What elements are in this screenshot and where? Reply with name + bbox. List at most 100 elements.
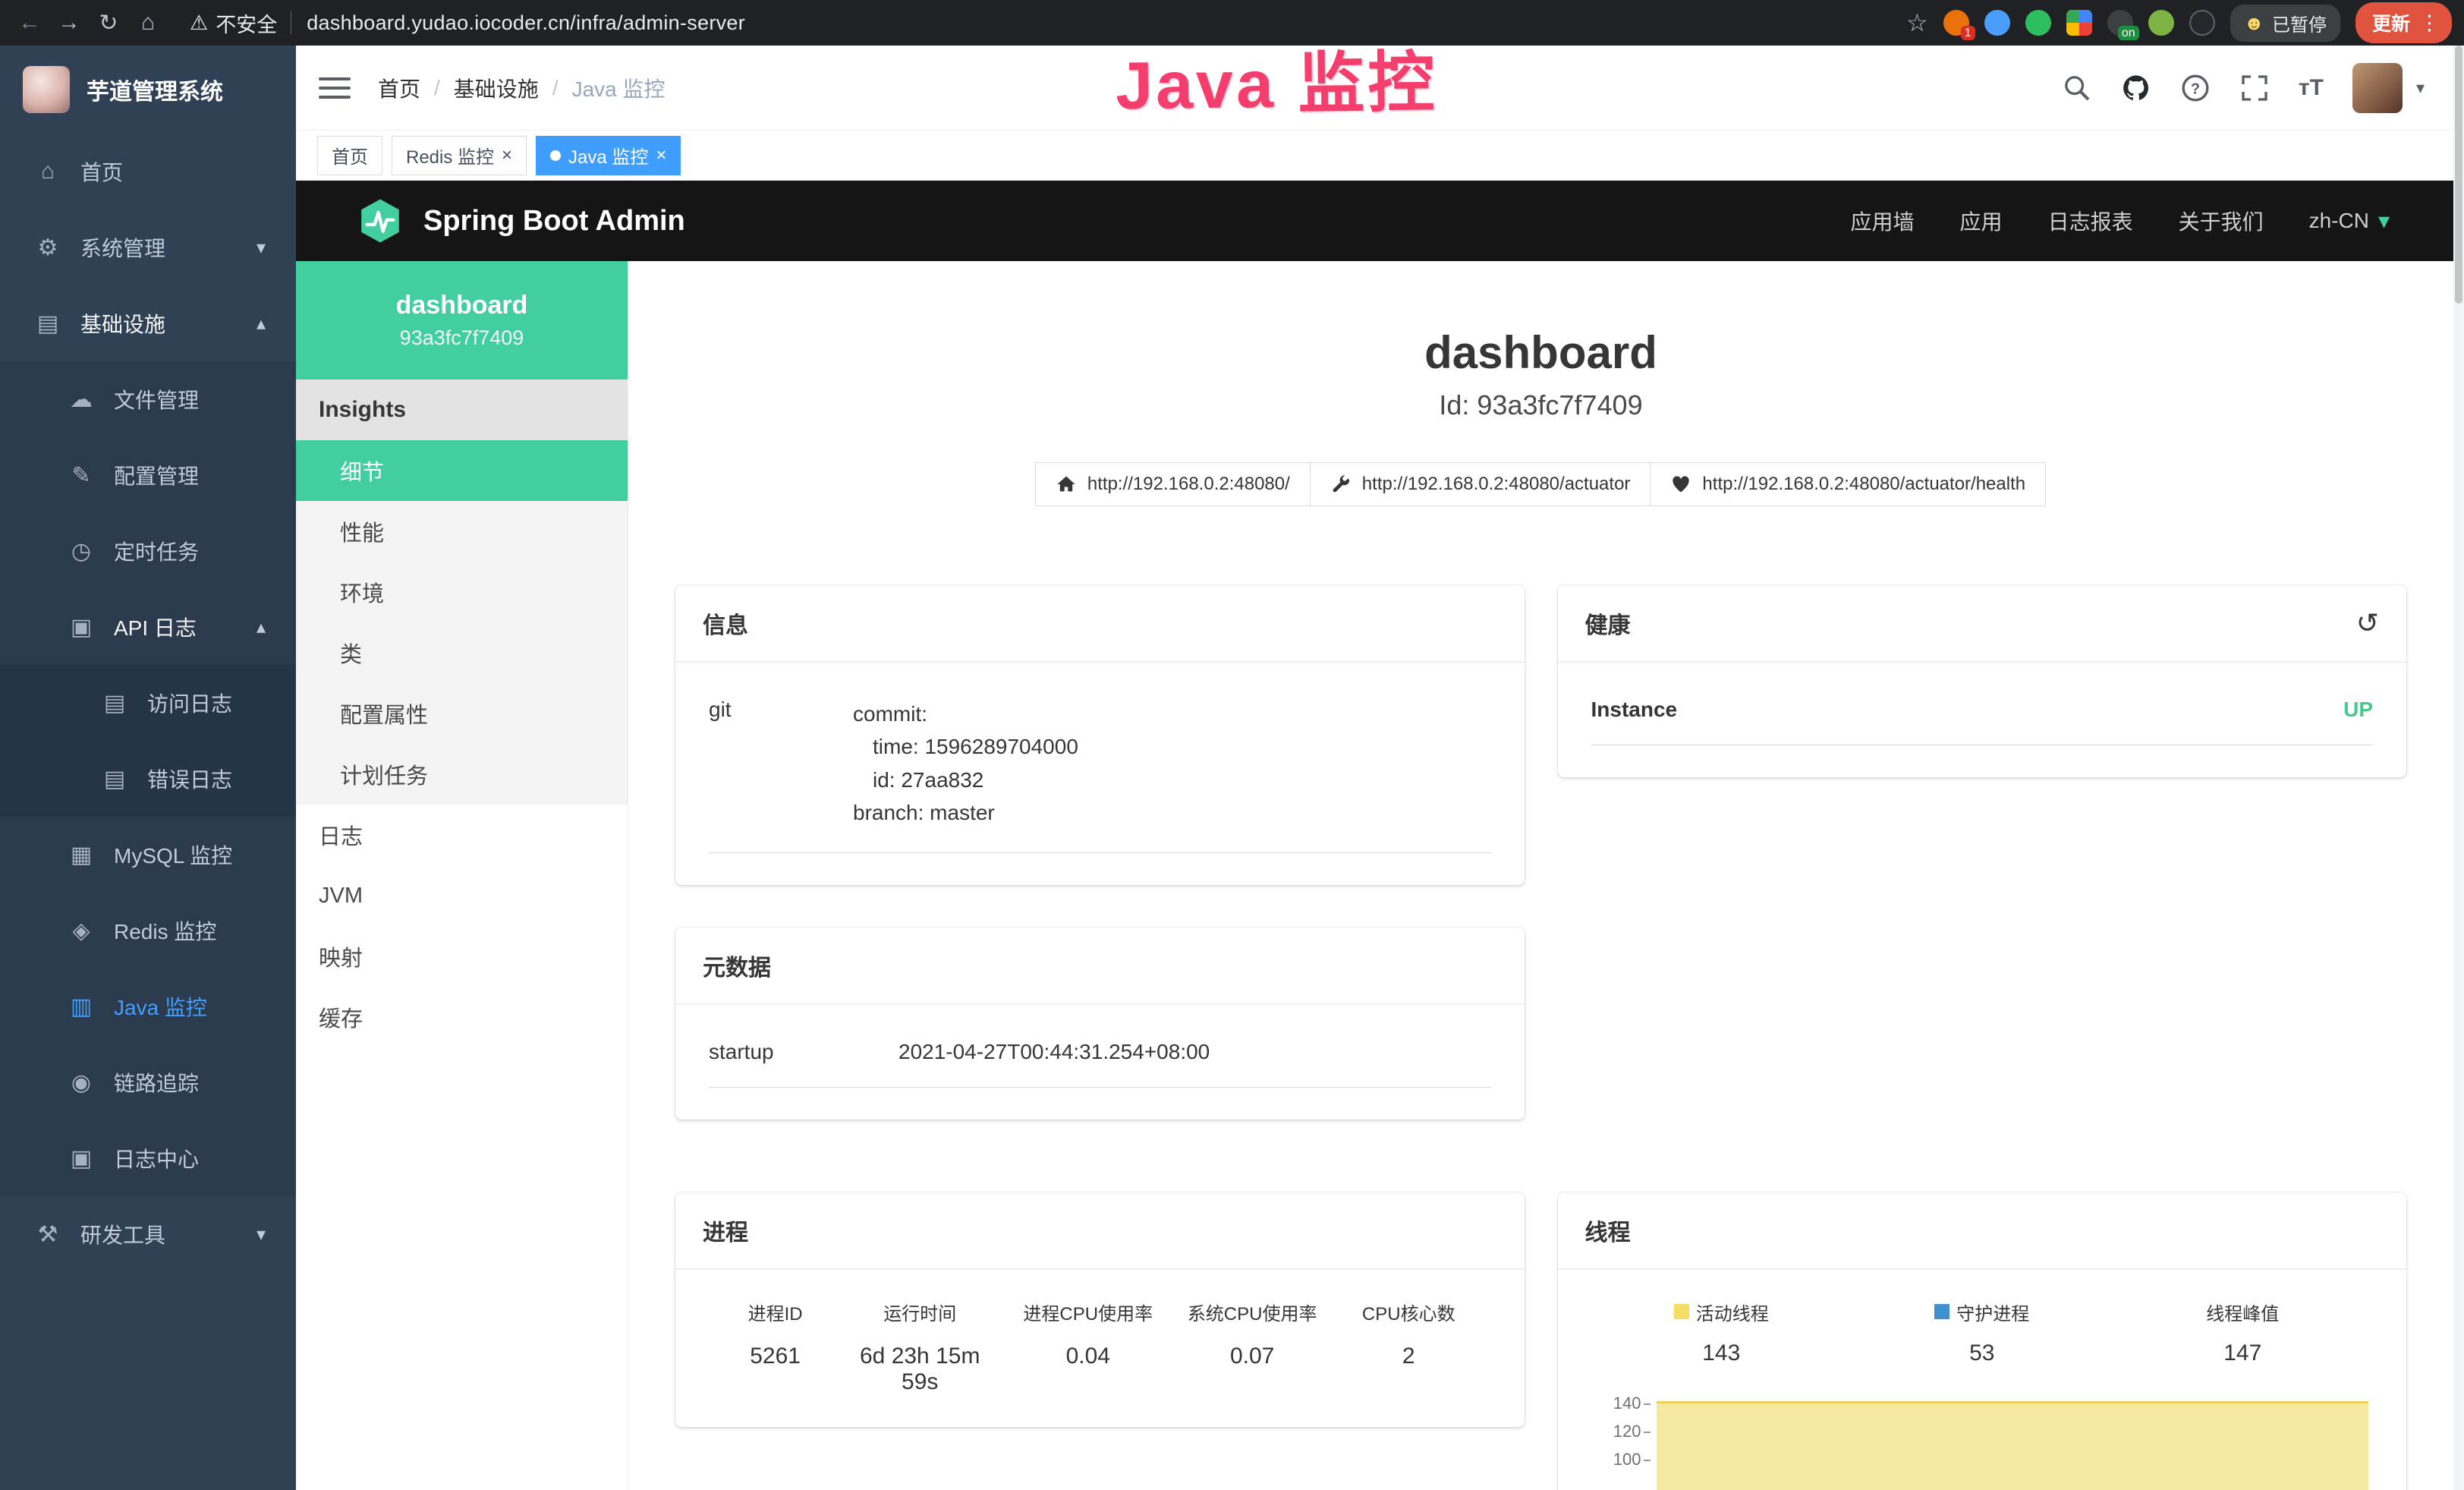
git-time-line: time: 1596289704000 (853, 730, 1078, 763)
sidebar-item-java-monitor[interactable]: ▥Java 监控 (0, 969, 296, 1044)
avatar-caret-icon[interactable]: ▾ (2416, 78, 2425, 98)
sidebar-item-label: 文件管理 (114, 384, 199, 414)
metadata-startup-row: startup 2021-04-27T00:44:31.254+08:00 (709, 1028, 1491, 1088)
extension-icon[interactable] (2189, 10, 2215, 36)
sba-main: dashboard Id: 93a3fc7f7409 http://192.16… (628, 261, 2453, 1490)
sba-nav-journal[interactable]: 日志报表 (2048, 206, 2133, 236)
instance-health-link[interactable]: http://192.168.0.2:48080/actuator/health (1650, 462, 2046, 506)
page-url[interactable]: dashboard.yudao.iocoder.cn/infra/admin-s… (307, 11, 745, 35)
close-icon[interactable]: × (502, 145, 512, 166)
sidebar-item-config-management[interactable]: ✎配置管理 (0, 437, 296, 513)
sba-nav-applications[interactable]: 应用 (1960, 206, 2003, 236)
home-icon (1056, 474, 1077, 495)
sidebar-item-label: 错误日志 (147, 764, 232, 794)
metadata-card-title: 元数据 (703, 949, 771, 982)
sidebar-item-label: 访问日志 (147, 688, 232, 718)
extension-icon[interactable] (2148, 10, 2174, 36)
extension-icon[interactable] (1984, 10, 2010, 36)
sba-item-environment[interactable]: 环境 (296, 562, 628, 622)
sidebar-item-scheduled-jobs[interactable]: ◷定时任务 (0, 513, 296, 589)
sba-nav-about[interactable]: 关于我们 (2179, 206, 2264, 236)
sidebar-item-redis-monitor[interactable]: ◈Redis 监控 (0, 893, 296, 969)
locale-label: zh-CN (2309, 209, 2369, 233)
sba-nav-wallboard[interactable]: 应用墙 (1851, 206, 1915, 236)
app-logo-row[interactable]: 芋道管理系统 (0, 46, 296, 134)
hamburger-icon[interactable] (319, 77, 351, 99)
active-dot (550, 150, 561, 161)
browser-home-icon[interactable]: ⌂ (131, 5, 165, 40)
process-column-header: 进程CPU使用率 (998, 1299, 1178, 1325)
browser-menu-icon[interactable]: ⋮ (2419, 11, 2440, 35)
sidebar-item-system-management[interactable]: ⚙系统管理▾ (0, 209, 296, 285)
sba-brand-title: Spring Boot Admin (423, 205, 685, 238)
close-icon[interactable]: × (656, 145, 666, 166)
sidebar-item-file-management[interactable]: ☁文件管理 (0, 361, 296, 437)
instance-home-link[interactable]: http://192.168.0.2:48080/ (1035, 462, 1311, 506)
redis-icon: ◈ (67, 918, 96, 944)
github-icon[interactable] (2121, 73, 2151, 103)
sidebar-item-error-logs[interactable]: ▤错误日志 (0, 741, 296, 817)
info-git-row: git commit: time: 1596289704000 id: 27aa… (709, 685, 1491, 853)
back-icon[interactable]: ← (12, 5, 47, 40)
paused-label: 已暂停 (2272, 10, 2327, 36)
sba-navbar: Spring Boot Admin 应用墙 应用 日志报表 关于我们 zh-CN… (296, 181, 2453, 261)
breadcrumb-current: Java 监控 (572, 73, 666, 103)
breadcrumb-item[interactable]: 基础设施 (454, 73, 539, 103)
sba-item-performance[interactable]: 性能 (296, 501, 628, 562)
sba-item-mappings[interactable]: 映射 (296, 926, 628, 987)
eye-icon: ◉ (67, 1069, 96, 1096)
locale-selector[interactable]: zh-CN▾ (2309, 208, 2390, 235)
tags-view-bar: 首页 Redis 监控× Java 监控× (296, 131, 2453, 181)
tab-redis-monitor[interactable]: Redis 监控× (392, 136, 527, 175)
process-column-header: 进程ID (709, 1299, 842, 1325)
extension-icon[interactable]: 1 (1943, 10, 1969, 36)
sidebar-item-infrastructure[interactable]: ▤基础设施▴ (0, 285, 296, 361)
sba-item-classes[interactable]: 类 (296, 622, 628, 683)
sidebar-item-label: 日志中心 (114, 1143, 199, 1173)
screenshot-root: ← → ↻ ⌂ ⚠ 不安全 dashboard.yudao.iocoder.cn… (0, 0, 2464, 1490)
bookmark-star-icon[interactable]: ☆ (1906, 8, 1928, 37)
metadata-row-label: startup (709, 1040, 898, 1064)
sidebar-item-label: 配置管理 (114, 460, 199, 490)
sidebar-item-dev-tools[interactable]: ⚒研发工具▾ (0, 1196, 296, 1272)
sba-item-config-props[interactable]: 配置属性 (296, 683, 628, 744)
extension-icon[interactable]: on (2107, 10, 2133, 36)
sidebar-item-trace[interactable]: ◉链路追踪 (0, 1044, 296, 1120)
sba-item-scheduled-tasks[interactable]: 计划任务 (296, 744, 628, 805)
extension-icon[interactable] (2066, 10, 2092, 36)
paused-extension-pill[interactable]: ☻已暂停 (2230, 5, 2340, 42)
instance-actuator-link[interactable]: http://192.168.0.2:48080/actuator (1310, 462, 1651, 506)
scrollbar-thumb[interactable] (2455, 46, 2462, 304)
security-warning-icon: ⚠ (190, 11, 208, 35)
breadcrumb-item[interactable]: 首页 (378, 73, 420, 103)
sidebar-item-log-center[interactable]: ▣日志中心 (0, 1120, 296, 1196)
search-icon[interactable] (2062, 73, 2092, 103)
page-scrollbar[interactable] (2453, 46, 2464, 1490)
sba-item-caches[interactable]: 缓存 (296, 987, 628, 1047)
sba-item-jvm[interactable]: JVM (296, 865, 628, 926)
sidebar-item-mysql-monitor[interactable]: ▦MySQL 监控 (0, 817, 296, 893)
user-avatar[interactable] (2352, 63, 2403, 113)
tab-home[interactable]: 首页 (317, 136, 382, 175)
sba-item-logs[interactable]: 日志 (296, 805, 628, 865)
address-bar[interactable]: ⚠ 不安全 dashboard.yudao.iocoder.cn/infra/a… (190, 8, 1902, 38)
java-monitor-icon: ▥ (67, 994, 96, 1020)
tab-java-monitor[interactable]: Java 监控× (536, 136, 681, 175)
reload-icon[interactable]: ↻ (91, 5, 126, 40)
log-icon: ▣ (67, 614, 96, 641)
sba-item-details[interactable]: 细节 (296, 440, 628, 501)
font-size-icon[interactable]: тT (2299, 75, 2324, 101)
fullscreen-icon[interactable] (2239, 73, 2270, 103)
help-icon[interactable]: ? (2180, 73, 2211, 103)
forward-icon[interactable]: → (52, 5, 87, 40)
sidebar-item-access-logs[interactable]: ▤访问日志 (0, 665, 296, 741)
app-title: 芋道管理系统 (87, 73, 223, 106)
git-id-line: id: 27aa832 (853, 764, 1078, 796)
sidebar-item-api-logs[interactable]: ▣API 日志▴ (0, 589, 296, 665)
sidebar-item-home[interactable]: ⌂首页 (0, 134, 296, 209)
extension-icon[interactable] (2025, 10, 2051, 36)
link-url: http://192.168.0.2:48080/actuator/health (1702, 474, 2025, 495)
history-icon[interactable]: ↺ (2356, 607, 2379, 639)
y-tick: 120 (1613, 1423, 1641, 1440)
chrome-update-button[interactable]: 更新⋮ (2355, 2, 2452, 43)
